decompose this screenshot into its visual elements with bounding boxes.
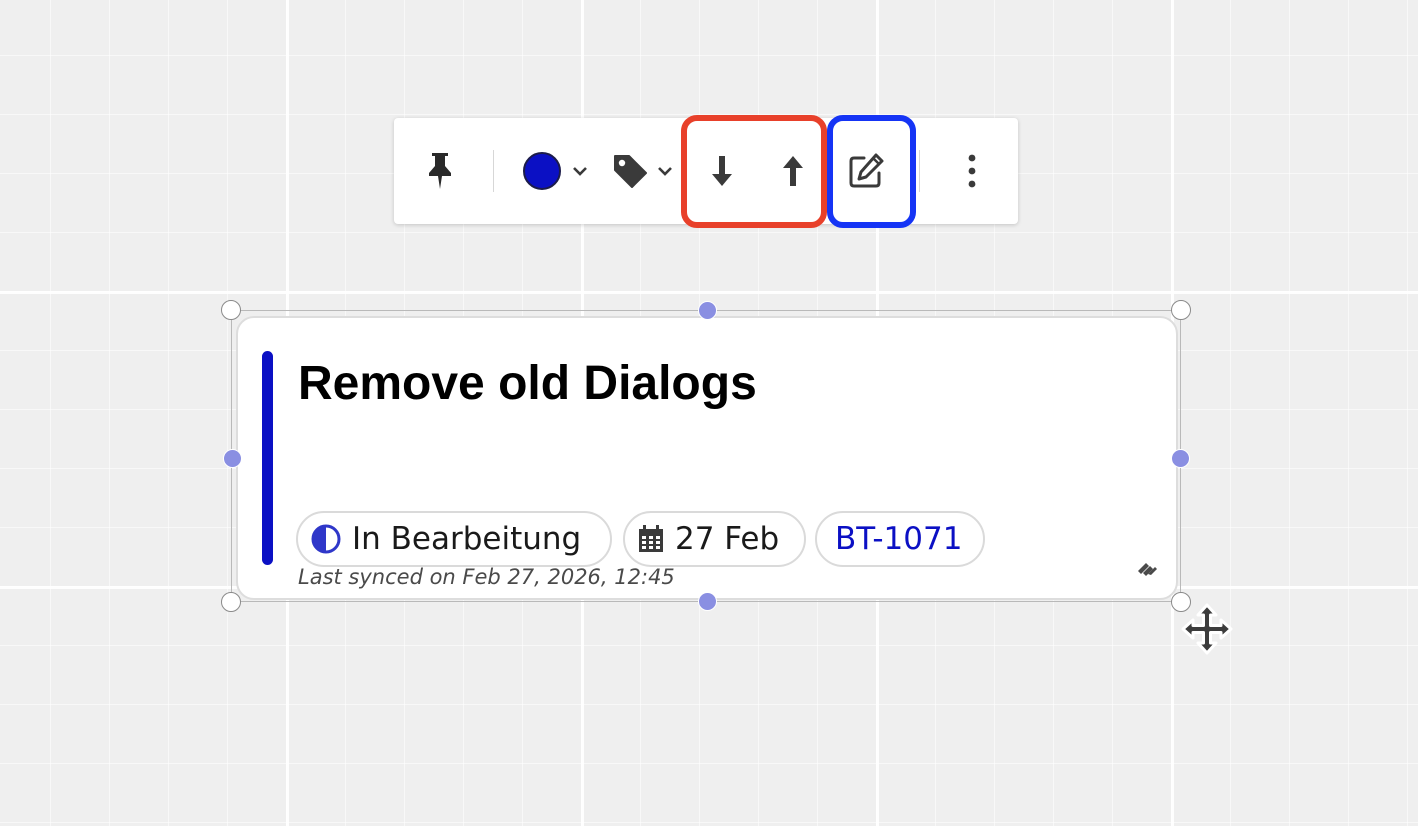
calendar-icon (637, 524, 665, 554)
toolbar-divider (919, 150, 920, 192)
toolbar-divider (493, 150, 494, 192)
color-swatch (523, 152, 561, 190)
send-backward-button[interactable] (700, 147, 744, 195)
jira-icon (1136, 559, 1158, 584)
resize-handle-left[interactable] (223, 449, 242, 468)
status-badge[interactable]: In Bearbeitung (296, 511, 612, 567)
color-picker-button[interactable] (520, 147, 592, 195)
pushpin-icon (429, 153, 451, 189)
more-options-button[interactable] (950, 147, 994, 195)
card-accent-bar (262, 351, 273, 565)
edit-button[interactable] (844, 147, 888, 195)
due-date-text: 27 Feb (675, 521, 780, 557)
more-vertical-icon (968, 154, 976, 188)
card-toolbar (394, 118, 1018, 224)
resize-handle-bottom-left[interactable] (221, 592, 241, 612)
issue-card[interactable]: Remove old Dialogs In Bearbeitung 27 Feb… (236, 316, 1178, 600)
pin-button[interactable] (418, 147, 462, 195)
arrow-up-icon (783, 156, 803, 186)
resize-handle-right[interactable] (1171, 449, 1190, 468)
resize-handle-top-right[interactable] (1171, 300, 1191, 320)
card-title[interactable]: Remove old Dialogs (298, 356, 757, 411)
last-synced-text: Last synced on Feb 27, 2026, 12:45 (298, 565, 675, 589)
tag-icon (614, 155, 647, 188)
tag-button[interactable] (610, 147, 676, 195)
edit-icon (849, 153, 884, 188)
arrow-down-icon (712, 156, 732, 186)
issue-key-text: BT-1071 (835, 521, 963, 557)
resize-handle-bottom[interactable] (698, 592, 717, 611)
bring-forward-button[interactable] (771, 147, 815, 195)
move-cursor-icon (1181, 603, 1233, 660)
resize-handle-top[interactable] (698, 301, 717, 320)
status-text: In Bearbeitung (352, 521, 582, 557)
chevron-down-icon (658, 167, 672, 176)
due-date-badge[interactable]: 27 Feb (623, 511, 806, 567)
issue-key-link[interactable]: BT-1071 (815, 511, 985, 567)
chevron-down-icon (573, 167, 587, 176)
resize-handle-top-left[interactable] (221, 300, 241, 320)
half-circle-icon (310, 523, 342, 555)
